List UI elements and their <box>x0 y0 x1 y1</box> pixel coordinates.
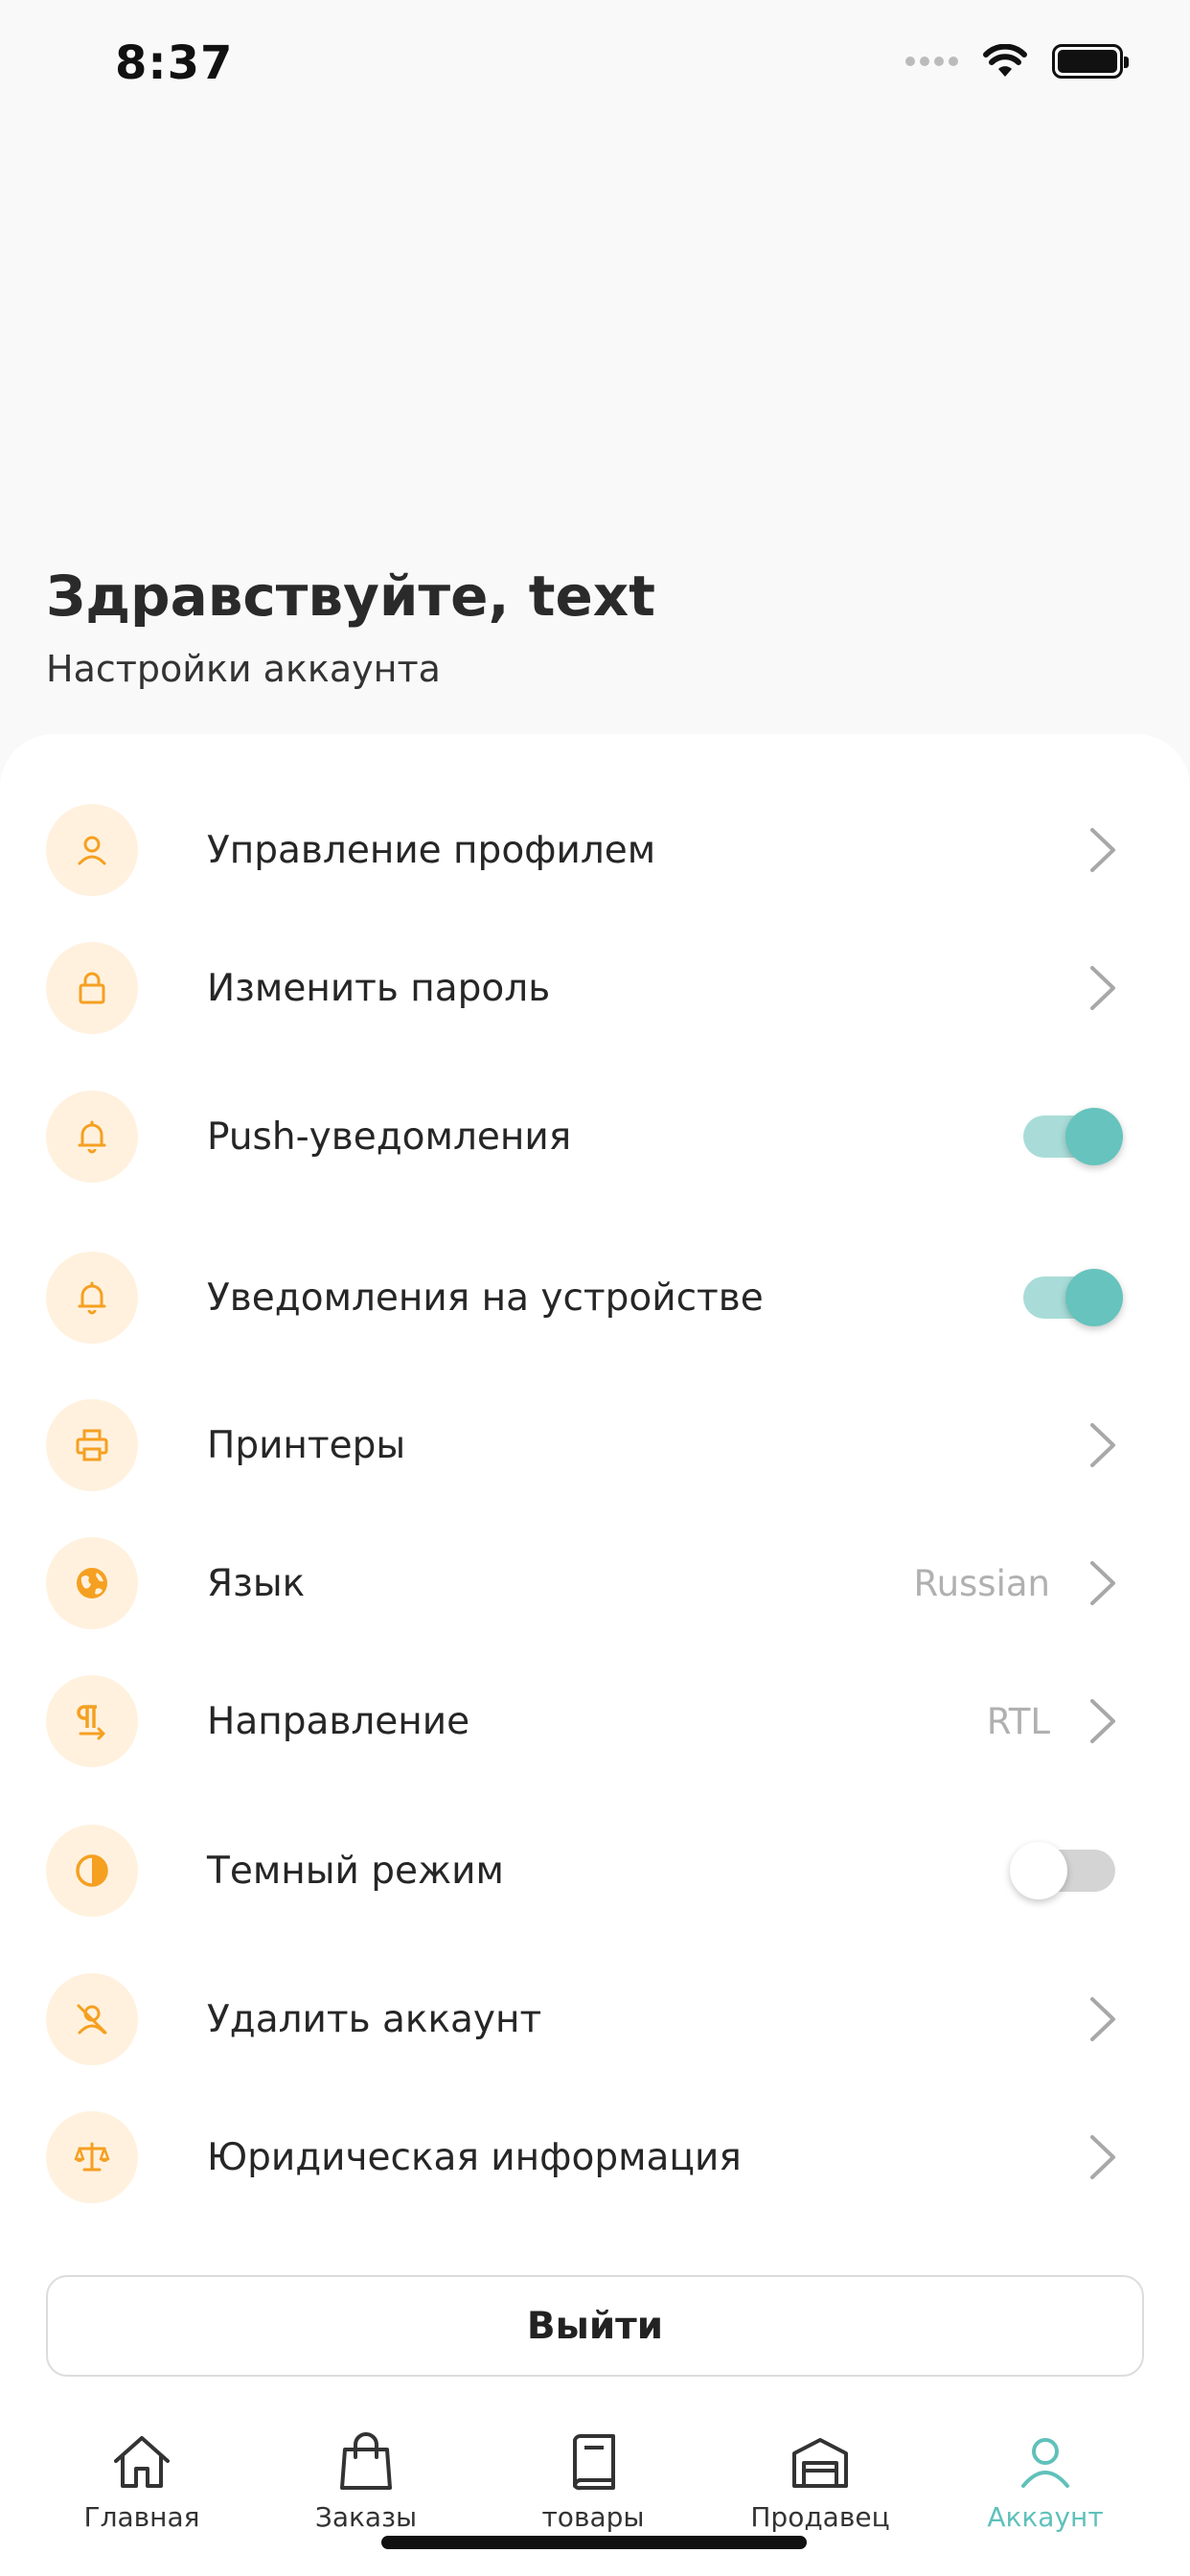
tab-home[interactable]: Главная <box>46 2430 238 2533</box>
home-icon <box>114 2436 170 2488</box>
status-time: 8:37 <box>115 36 234 90</box>
chevron-right-icon <box>1090 1561 1115 1605</box>
tab-label: Продавец <box>750 2501 890 2533</box>
menu-item-label: Юридическая информация <box>207 2135 742 2179</box>
tab-seller[interactable]: Продавец <box>724 2430 916 2533</box>
contrast-icon <box>46 1825 138 1917</box>
signal-icon <box>905 57 958 66</box>
tab-label: Аккаунт <box>987 2501 1104 2533</box>
menu-item-device-notifications: Уведомления на устройстве <box>0 1245 1190 1350</box>
chevron-right-icon <box>1090 1423 1115 1467</box>
logout-button[interactable]: Выйти <box>46 2275 1144 2377</box>
scales-icon <box>46 2111 138 2203</box>
chevron-right-icon <box>1090 2135 1115 2179</box>
tab-label: Главная <box>83 2501 200 2533</box>
dark-mode-toggle[interactable] <box>1010 1842 1115 1899</box>
tab-account[interactable]: Аккаунт <box>950 2430 1141 2533</box>
lock-icon <box>46 942 138 1034</box>
tab-label: Заказы <box>314 2501 418 2533</box>
page-title: Здравствуйте, text <box>46 564 655 629</box>
menu-item-profile[interactable]: Управление профилем <box>0 797 1190 903</box>
user-remove-icon <box>46 1973 138 2065</box>
battery-icon <box>1052 44 1129 79</box>
menu-item-language[interactable]: Язык Russian <box>0 1530 1190 1636</box>
menu-item-label: Push-уведомления <box>207 1115 572 1159</box>
menu-item-label: Язык <box>207 1561 306 1605</box>
chevron-right-icon <box>1090 966 1115 1010</box>
book-icon <box>573 2434 615 2491</box>
chevron-right-icon <box>1090 828 1115 872</box>
menu-item-label: Направление <box>207 1699 470 1743</box>
menu-item-push-notifications: Push-уведомления <box>0 1084 1190 1189</box>
status-icons <box>905 44 1129 79</box>
tab-products[interactable]: товары <box>497 2430 689 2533</box>
shopping-bag-icon <box>340 2432 392 2490</box>
text-direction-icon <box>46 1675 138 1767</box>
wifi-icon <box>983 44 1027 77</box>
user-icon <box>46 804 138 896</box>
page-subtitle: Настройки аккаунта <box>46 648 441 690</box>
account-icon <box>1021 2438 1069 2488</box>
menu-item-delete-account[interactable]: Удалить аккаунт <box>0 1966 1190 2072</box>
device-notifications-toggle[interactable] <box>1023 1269 1123 1326</box>
menu-item-label: Удалить аккаунт <box>207 1997 542 2041</box>
printer-icon <box>46 1399 138 1491</box>
menu-item-legal-info[interactable]: Юридическая информация <box>0 2104 1190 2210</box>
menu-item-label: Принтеры <box>207 1423 406 1467</box>
globe-icon <box>46 1537 138 1629</box>
menu-item-label: Уведомления на устройстве <box>207 1276 764 1320</box>
home-indicator <box>381 2536 807 2549</box>
menu-item-direction[interactable]: Направление RTL <box>0 1668 1190 1774</box>
direction-value: RTL <box>986 1700 1050 1742</box>
language-value: Russian <box>913 1562 1050 1604</box>
menu-item-label: Управление профилем <box>207 828 656 872</box>
menu-item-label: Изменить пароль <box>207 966 551 1010</box>
bell-icon <box>46 1252 138 1344</box>
menu-item-label: Темный режим <box>207 1849 504 1893</box>
push-notifications-toggle[interactable] <box>1023 1108 1123 1165</box>
tab-bar: Главная Заказы товары Продавец Аккаунт <box>0 2415 1190 2576</box>
tab-label: товары <box>541 2501 645 2533</box>
chevron-right-icon <box>1090 1699 1115 1743</box>
menu-item-dark-mode: Темный режим <box>0 1818 1190 1923</box>
menu-item-change-password[interactable]: Изменить пароль <box>0 935 1190 1041</box>
chevron-right-icon <box>1090 1997 1115 2041</box>
menu-item-printers[interactable]: Принтеры <box>0 1392 1190 1498</box>
bell-icon <box>46 1091 138 1183</box>
tab-orders[interactable]: Заказы <box>270 2430 462 2533</box>
store-icon <box>792 2438 848 2488</box>
status-bar: 8:37 <box>0 0 1190 134</box>
